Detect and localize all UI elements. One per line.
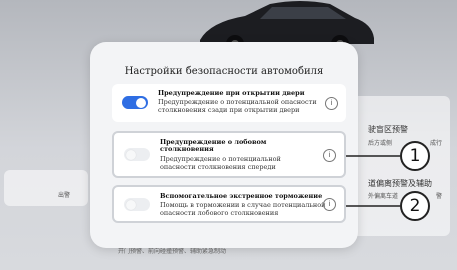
bg-text-blind-spot-desc: 后方或侧 (368, 140, 393, 147)
frontal-collision-warning-toggle[interactable] (124, 148, 150, 161)
setting-card-frontal-collision-warning: Предупреждение о лобовом столкновения Пр… (112, 131, 346, 178)
door-open-warning-toggle[interactable] (122, 96, 148, 109)
bg-text-blind-spot-desc-end: 成行 (430, 140, 443, 147)
toggle-knob (126, 199, 136, 210)
callout-marker-2: 2 (400, 191, 430, 221)
toggle-knob (126, 149, 136, 160)
setting-card-emergency-braking: Вспомогательное экстренное торможение По… (112, 185, 346, 223)
bg-text-lane-departure-desc-end: 警 (436, 193, 443, 200)
bg-text-lane-departure-desc: 外偏离车道 (368, 193, 399, 200)
callout-marker-1: 1 (400, 141, 430, 171)
emergency-braking-title: Вспомогательное экстренное торможение (160, 192, 323, 200)
dialog-title: Настройки безопасности автомобиля (124, 66, 324, 77)
setting-card-door-open-warning: Предупреждение при открытии двери Предуп… (112, 84, 346, 122)
info-icon[interactable]: i (325, 97, 338, 110)
door-open-warning-title: Предупреждение при открытии двери (158, 89, 305, 97)
bg-text-lane-departure: 道偏离预警及辅助 (368, 179, 432, 188)
frontal-collision-warning-title: Предупреждение о лобовом столкновения (160, 138, 267, 153)
toggle-knob (136, 97, 146, 108)
frontal-collision-warning-description: Предупреждение о потенциальной опасности… (160, 155, 281, 171)
background-card-left (4, 170, 88, 206)
bg-text-left: 出警 (58, 192, 71, 199)
bg-text-blind-spot: 驶盲区预警 (368, 125, 408, 134)
emergency-braking-description: Помощь в торможении в случае потенциальн… (160, 201, 326, 217)
emergency-braking-toggle[interactable] (124, 198, 150, 211)
door-open-warning-description: Предупреждение о потенциальной опасности… (158, 98, 317, 114)
info-icon[interactable]: i (323, 149, 336, 162)
info-icon[interactable]: i (323, 198, 336, 211)
